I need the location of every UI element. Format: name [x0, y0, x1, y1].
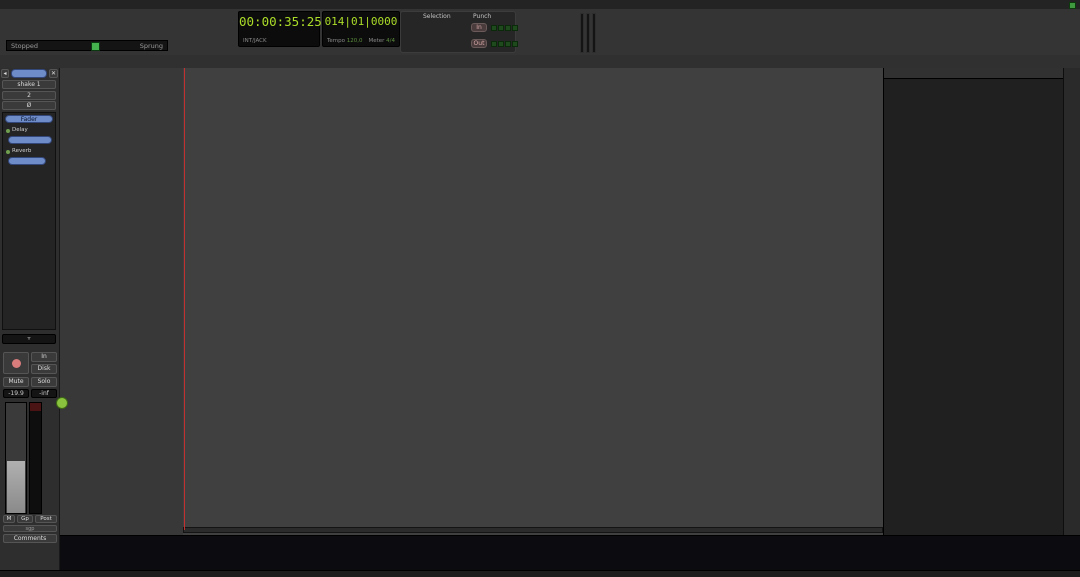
strip-record-button[interactable]: [3, 352, 29, 374]
editor-canvas[interactable]: [183, 68, 883, 535]
monitor-disk-button[interactable]: Disk: [31, 364, 57, 374]
punch-in-button[interactable]: In: [471, 23, 487, 32]
peak-display[interactable]: -inf: [31, 389, 57, 398]
shuttle-control[interactable]: Stopped Sprung: [6, 40, 168, 51]
strip-mute-button[interactable]: Mute: [3, 377, 29, 387]
plugin-delay[interactable]: Delay: [4, 127, 62, 135]
fader-handle[interactable]: [7, 461, 25, 513]
tracks-list-header: [884, 68, 1064, 79]
secondary-clock[interactable]: 014|01|0000 Tempo 120,0 Meter 4/4: [322, 11, 400, 47]
meter-label: Meter: [368, 38, 384, 44]
transport-toolbar: Stopped Sprung 00:00:35:25 INT/JACK 014|…: [0, 9, 1080, 56]
primary-clock[interactable]: 00:00:35:25 INT/JACK: [238, 11, 320, 47]
plugin-reverb[interactable]: Reverb: [4, 148, 62, 156]
plugin-reverb-control[interactable]: [8, 157, 46, 165]
monitor-input-button[interactable]: In: [31, 352, 57, 362]
primary-clock-value[interactable]: 00:00:35:25: [239, 14, 319, 29]
secondary-clock-value[interactable]: 014|01|0000: [323, 15, 399, 28]
selection-title: Selection: [423, 13, 451, 20]
fader-processor[interactable]: Fader: [5, 115, 53, 123]
selection-punch-panel: Selection Punch In Out: [400, 11, 516, 53]
tempo-label: Tempo: [327, 38, 345, 44]
transport-state-label: Stopped: [11, 41, 38, 51]
meter-value[interactable]: 4/4: [386, 38, 395, 44]
shuttle-mode-label: Sprung: [140, 41, 163, 51]
pan-widget[interactable]: ▿: [2, 334, 56, 344]
gain-display[interactable]: -19.9: [3, 389, 29, 398]
gain-fader[interactable]: [5, 402, 27, 514]
strip-input-button[interactable]: 2: [2, 91, 56, 100]
comments-button[interactable]: Comments: [3, 534, 57, 543]
meter-post-button[interactable]: Post: [35, 515, 57, 523]
strip-phase-button[interactable]: Ø: [2, 101, 56, 110]
playhead[interactable]: [184, 68, 185, 530]
tempo-value[interactable]: 120,0: [347, 38, 363, 44]
master-mini-meters: [580, 13, 596, 51]
tracks-busses-panel: [883, 68, 1064, 577]
editor-mixer-strip: ◂ ✕ shake 1 2 Ø Fader Delay Reverb ▿ In …: [0, 68, 60, 577]
punch-out-leds: [491, 41, 518, 47]
session-summary[interactable]: [60, 535, 1080, 571]
ardour-editor-window: Stopped Sprung 00:00:35:25 INT/JACK 014|…: [0, 0, 1080, 577]
track-header-column: [60, 68, 183, 535]
collapse-strip-button[interactable]: ◂: [1, 69, 9, 78]
bottom-bar: [0, 570, 1080, 577]
right-side-tabs: [1063, 68, 1080, 577]
plugin-delay-control[interactable]: [8, 136, 52, 144]
shuttle-handle[interactable]: [91, 42, 100, 51]
punch-title: Punch: [473, 13, 491, 20]
horizontal-scrollbar[interactable]: [183, 527, 883, 533]
group-button-small[interactable]: Gp: [17, 515, 33, 523]
clock-source-label: INT/JACK: [243, 38, 267, 44]
strip-name-button[interactable]: shake 1: [2, 80, 56, 89]
punch-in-leds: [491, 25, 518, 31]
group-knob-icon[interactable]: [56, 397, 68, 409]
processor-box[interactable]: Fader Delay Reverb: [2, 112, 56, 330]
editor-toolbar: [0, 55, 1080, 69]
strip-color-plate[interactable]: [11, 69, 47, 78]
metering-point-button[interactable]: M: [3, 515, 15, 523]
close-strip-icon[interactable]: ✕: [49, 69, 58, 78]
strip-solo-button[interactable]: Solo: [31, 377, 57, 387]
status-indicator-icon: [1069, 2, 1076, 9]
group-pill[interactable]: sgp: [3, 525, 57, 532]
strip-meter: [29, 402, 42, 514]
punch-out-button[interactable]: Out: [471, 39, 487, 48]
